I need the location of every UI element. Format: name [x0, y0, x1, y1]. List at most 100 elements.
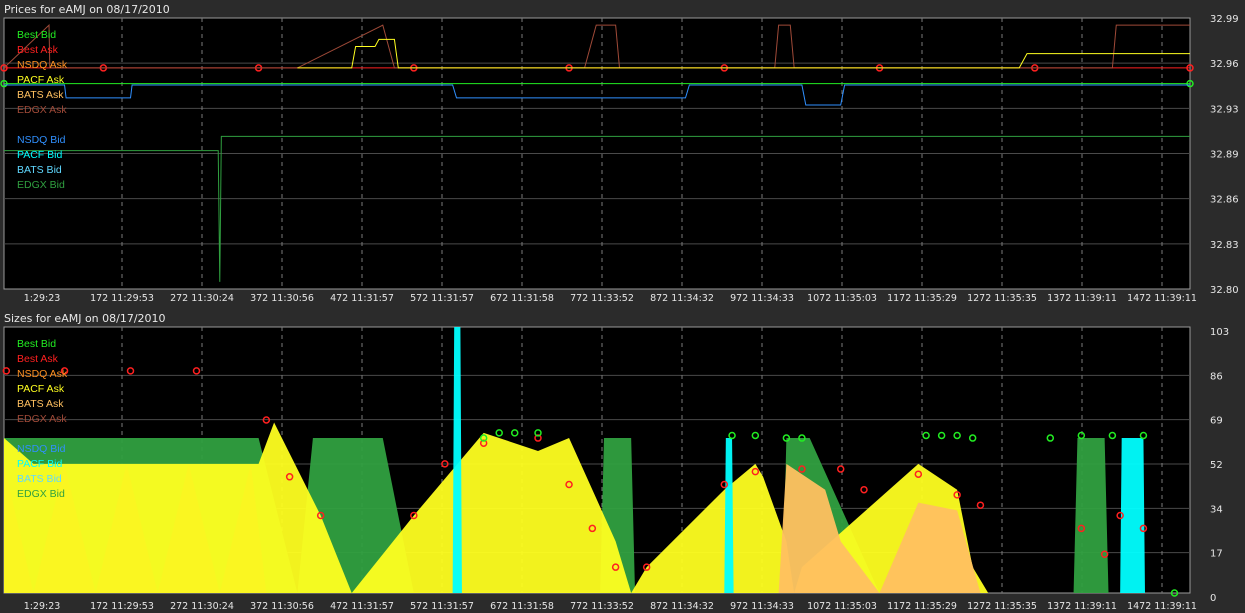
series-point-best-ask	[1100, 550, 1109, 559]
y-tick-label: 32.93	[1210, 104, 1239, 115]
series-point-best-ask	[285, 473, 294, 481]
series-point-best-ask	[798, 465, 806, 473]
x-tick-label: 1472 11:39:11	[1127, 293, 1197, 304]
y-tick-label: 32.83	[1210, 240, 1239, 251]
series-line-nsdq-bid	[4, 84, 1190, 106]
series-point-best-bid	[1186, 79, 1194, 88]
legend-item-pacf-ask: PACF Ask	[17, 74, 65, 86]
series-point-best-ask	[751, 467, 760, 476]
series-point-best-bid	[922, 431, 930, 440]
series-point-best-ask	[2, 367, 11, 375]
y-tick-label: 103	[1210, 327, 1229, 338]
series-point-best-ask	[410, 64, 418, 72]
series-point-best-bid	[0, 79, 8, 88]
legend-item-best-ask: Best Ask	[17, 44, 59, 56]
x-tick-label: 1:29:23	[24, 293, 61, 304]
x-tick-label: 1172 11:35:29	[887, 293, 957, 304]
series-point-best-ask	[836, 465, 845, 473]
x-tick-label: 172 11:29:53	[90, 601, 154, 612]
x-tick-label: 1:29:23	[24, 601, 61, 612]
y-tick-label: 32.86	[1210, 195, 1239, 206]
x-tick-label: 1372 11:39:11	[1047, 293, 1117, 304]
legend-item-best-bid: Best Bid	[17, 29, 56, 41]
y-tick-label: 32.89	[1210, 150, 1239, 161]
series-area-edgx-ask	[4, 463, 1190, 593]
price-chart: 32.99 32.96 32.93 32.89 32.86 32.83 32.80 1:29:…	[0, 14, 1239, 612]
x-tick-label: 372 11:30:56	[250, 293, 314, 304]
legend-item-bats-ask: BATS Ask	[17, 398, 64, 410]
legend-item-best-ask: Best Ask	[17, 353, 59, 365]
series-area-pacf-ask	[4, 422, 1190, 593]
series-point-best-ask	[410, 511, 418, 520]
series-point-best-ask	[441, 460, 449, 468]
series-point-best-ask	[642, 563, 651, 571]
series-point-best-ask	[316, 511, 325, 520]
series-point-best-bid	[534, 429, 542, 437]
series-point-best-ask	[99, 64, 108, 72]
series-point-best-bid	[1170, 589, 1179, 597]
y-tick-label: 32.80	[1210, 285, 1239, 296]
x-tick-label: 172 11:29:53	[90, 293, 154, 304]
series-point-best-ask	[60, 367, 69, 375]
x-tick-label: 1372 11:39:11	[1047, 601, 1117, 612]
series-point-best-bid	[937, 431, 946, 440]
legend-item-pacf-ask: PACF Ask	[17, 383, 65, 395]
legend-item-nsdq-ask: NSDQ Ask	[17, 59, 68, 71]
y-tick-label: 32.96	[1210, 59, 1239, 70]
series-point-best-ask	[875, 64, 884, 72]
legend-item-bats-ask: BATS Ask	[17, 89, 64, 101]
x-tick-label: 472 11:31:57	[330, 601, 394, 612]
x-tick-label: 772 11:33:52	[570, 601, 634, 612]
y-tick-label: 69	[1210, 416, 1223, 427]
series-point-best-ask	[1139, 524, 1148, 533]
series-point-best-ask	[720, 480, 729, 489]
y-tick-label: 0	[1210, 593, 1216, 604]
legend-item-edgx-bid: EDGX Bid	[17, 488, 65, 500]
series-point-best-ask	[914, 470, 923, 478]
legend-item-bats-bid: BATS Bid	[17, 473, 62, 485]
series-point-best-ask	[1077, 524, 1086, 533]
x-tick-label: 372 11:30:56	[250, 601, 314, 612]
series-point-best-ask	[588, 524, 597, 533]
series-point-best-bid	[1108, 431, 1117, 440]
price-chart-title: Prices for eAMJ on 08/17/2010	[4, 3, 170, 16]
series-point-best-bid	[798, 434, 806, 442]
series-area-bats-ask	[4, 463, 1190, 593]
x-tick-label: 872 11:34:32	[650, 601, 714, 612]
x-tick-label: 472 11:31:57	[330, 293, 394, 304]
series-point-best-ask	[976, 501, 985, 509]
series-point-best-bid	[495, 429, 503, 437]
series-point-best-bid	[751, 431, 760, 440]
legend-item-bats-bid: BATS Bid	[17, 164, 62, 176]
series-point-best-ask	[611, 563, 620, 571]
series-area-pacf-bid	[4, 327, 1190, 593]
series-point-best-ask	[254, 64, 263, 72]
series-line-edgx-bid	[4, 135, 1190, 282]
series-point-best-ask	[1116, 511, 1124, 520]
series-point-best-ask	[860, 485, 868, 494]
legend-item-pacf-bid: PACF Bid	[17, 149, 62, 161]
series-point-best-ask	[0, 64, 8, 72]
series-point-best-bid	[510, 429, 519, 437]
x-tick-label: 572 11:31:57	[410, 293, 474, 304]
series-point-best-ask	[126, 367, 135, 375]
y-tick-label: 52	[1210, 460, 1223, 471]
x-tick-label: 272 11:30:24	[170, 601, 234, 612]
series-area-edgx-bid	[4, 438, 1190, 593]
series-point-best-ask	[192, 367, 201, 375]
series-point-best-bid	[782, 434, 791, 442]
y-tick-label: 34	[1210, 504, 1223, 515]
series-line-pacf-ask	[297, 38, 1190, 69]
legend-item-edgx-bid: EDGX Bid	[17, 179, 65, 191]
series-point-best-ask	[565, 480, 573, 489]
series-point-best-bid	[953, 431, 961, 440]
x-tick-label: 1172 11:35:29	[887, 601, 957, 612]
series-point-best-bid	[968, 434, 977, 442]
series-point-best-bid	[1046, 434, 1055, 442]
x-tick-label: 772 11:33:52	[570, 293, 634, 304]
x-tick-label: 972 11:34:33	[730, 601, 794, 612]
x-tick-label: 972 11:34:33	[730, 293, 794, 304]
series-point-best-ask	[1186, 64, 1194, 72]
x-tick-label: 272 11:30:24	[170, 293, 234, 304]
legend-item-nsdq-bid: NSDQ Bid	[17, 443, 66, 455]
